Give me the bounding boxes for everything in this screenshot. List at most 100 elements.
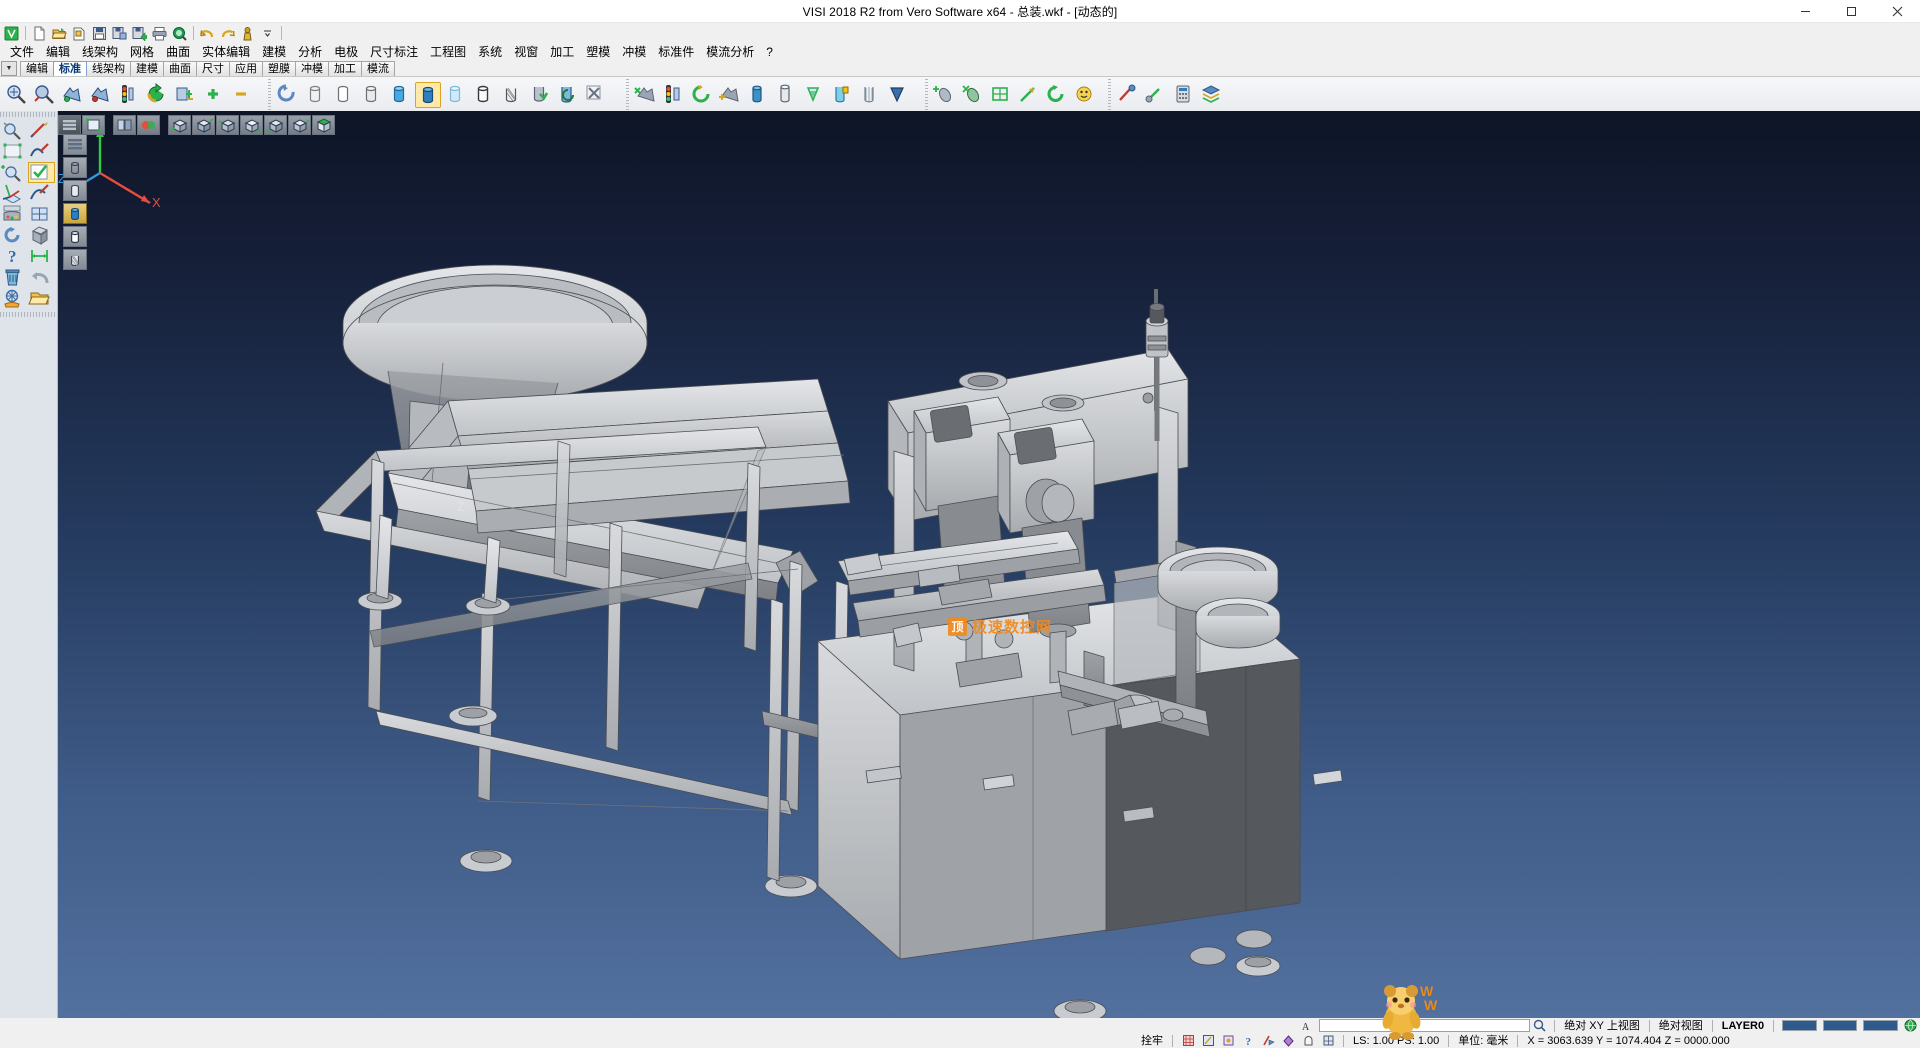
edit-surface-icon[interactable] [28,183,55,204]
tab-edit[interactable]: 编辑 [20,61,54,76]
menu-wireframe[interactable]: 线架构 [76,44,124,61]
render-settings-icon[interactable] [583,82,609,108]
snap-point-icon[interactable] [1198,1034,1218,1048]
view-layout-button[interactable] [82,115,105,135]
tab-press[interactable]: 冲模 [295,61,329,76]
analysis-wheel-icon[interactable] [1,288,28,309]
show-all-icon[interactable] [200,82,226,108]
axis-workplane-icon[interactable] [1,183,28,204]
help-query-icon[interactable]: ? [1,246,28,267]
select-region-icon[interactable] [1,141,28,162]
workplane-axis-icon[interactable] [1016,82,1042,108]
tab-wireframe[interactable]: 线架构 [86,61,131,76]
customize-dropdown-icon[interactable] [258,24,277,42]
snap-grid-icon[interactable] [1178,1034,1198,1048]
snap-mid-icon[interactable] [1218,1034,1238,1048]
tab-standard[interactable]: 标准 [53,61,87,76]
new-file-icon[interactable] [30,24,49,42]
zoom-dynamic-icon[interactable] [32,82,58,108]
tab-surface[interactable]: 曲面 [163,61,197,76]
color-filter-icon[interactable] [116,82,142,108]
menu-drawing[interactable]: 工程图 [424,44,472,61]
color-swatch-1[interactable] [1782,1020,1817,1031]
material-icon[interactable] [527,82,553,108]
save-as-icon[interactable] [110,24,129,42]
view-color-button[interactable] [137,115,160,135]
undo-arrow-icon[interactable] [28,267,55,288]
snap-center-icon[interactable] [1278,1034,1298,1048]
toolbar-drag-handle-bottom[interactable] [0,312,57,317]
render-icon[interactable] [275,82,301,108]
app-logo-icon[interactable] [2,24,21,42]
workplane-align-icon[interactable] [960,82,986,108]
menu-file[interactable]: 文件 [4,44,40,61]
edit-entity-icon[interactable] [28,120,55,141]
view-section-icon[interactable] [829,82,855,108]
menu-press[interactable]: 冲模 [616,44,652,61]
menu-dimension[interactable]: 尺寸标注 [364,44,424,61]
absolute-view-label[interactable]: 绝对视图 [1655,1019,1707,1033]
edit-curve-icon[interactable] [28,141,55,162]
visibility-icon[interactable] [172,82,198,108]
print-icon[interactable] [150,24,169,42]
tab-dimension[interactable]: 尺寸 [196,61,230,76]
view-refresh-icon[interactable] [689,82,715,108]
shade-wireframe-button[interactable] [63,157,87,178]
view-iso4-button[interactable] [240,115,263,135]
view-manager-icon[interactable] [633,82,659,108]
save-icon[interactable] [90,24,109,42]
measure-distance-icon[interactable] [28,246,55,267]
menu-standard-parts[interactable]: 标准件 [652,44,700,61]
shade-transparent-icon[interactable] [443,82,469,108]
snap-intersect-icon[interactable] [1258,1034,1278,1048]
open-folder-icon[interactable] [28,288,55,309]
system-tools-icon[interactable] [1143,82,1169,108]
print-preview-icon[interactable] [170,24,189,42]
redraw-icon[interactable] [88,82,114,108]
search-icon[interactable] [1530,1019,1549,1033]
system-config-icon[interactable] [1115,82,1141,108]
env-map-icon[interactable] [555,82,581,108]
palette-icon[interactable] [1,204,28,225]
snap-help-icon[interactable]: ? [1238,1034,1258,1048]
shade-hidden-button[interactable] [63,180,87,201]
tab-mould[interactable]: 塑膜 [262,61,296,76]
pan-icon[interactable] [60,82,86,108]
workplane-grid-icon[interactable] [988,82,1014,108]
menu-surface[interactable]: 曲面 [160,44,196,61]
macro-icon[interactable] [238,24,257,42]
snap-perp-icon[interactable] [1318,1034,1338,1048]
viewport-3d[interactable]: Z 顶 极速数控网 Y X Z [58,111,1920,1018]
menu-solid-edit[interactable]: 实体编辑 [196,44,256,61]
shade-wire-hatch-icon[interactable] [499,82,525,108]
menu-system[interactable]: 系统 [472,44,508,61]
menu-edit[interactable]: 编辑 [40,44,76,61]
shade-solid-button[interactable] [63,203,87,224]
shade-transparent-button[interactable] [63,226,87,247]
zoom-in-icon[interactable] [1,162,28,183]
shade-outline-icon[interactable] [471,82,497,108]
zoom-window-icon[interactable] [4,82,30,108]
close-button[interactable] [1874,0,1920,23]
shade-hidden-icon[interactable] [331,82,357,108]
color-swatch-3[interactable] [1863,1020,1898,1031]
shade-list-button[interactable] [63,134,87,155]
view-dynamic-icon[interactable] [717,82,743,108]
tab-modeling[interactable]: 建模 [130,61,164,76]
menu-mesh[interactable]: 网格 [124,44,160,61]
menu-electrode[interactable]: 电极 [328,44,364,61]
view-iso2-button[interactable] [192,115,215,135]
shade-blue-icon[interactable] [387,82,413,108]
view-iso-icon[interactable] [801,82,827,108]
redo-icon[interactable] [218,24,237,42]
view-iso5-button[interactable] [264,115,287,135]
view-cone-icon[interactable] [885,82,911,108]
layer-label[interactable]: LAYER0 [1718,1019,1768,1033]
color-swatch-2[interactable] [1823,1020,1858,1031]
tab-machining[interactable]: 加工 [328,61,362,76]
menu-analysis[interactable]: 分析 [292,44,328,61]
import-icon[interactable] [70,24,89,42]
toolbar-drag-handle-top[interactable] [0,112,57,117]
view-iso3-button[interactable] [216,115,239,135]
view-tree-button[interactable] [113,115,136,135]
